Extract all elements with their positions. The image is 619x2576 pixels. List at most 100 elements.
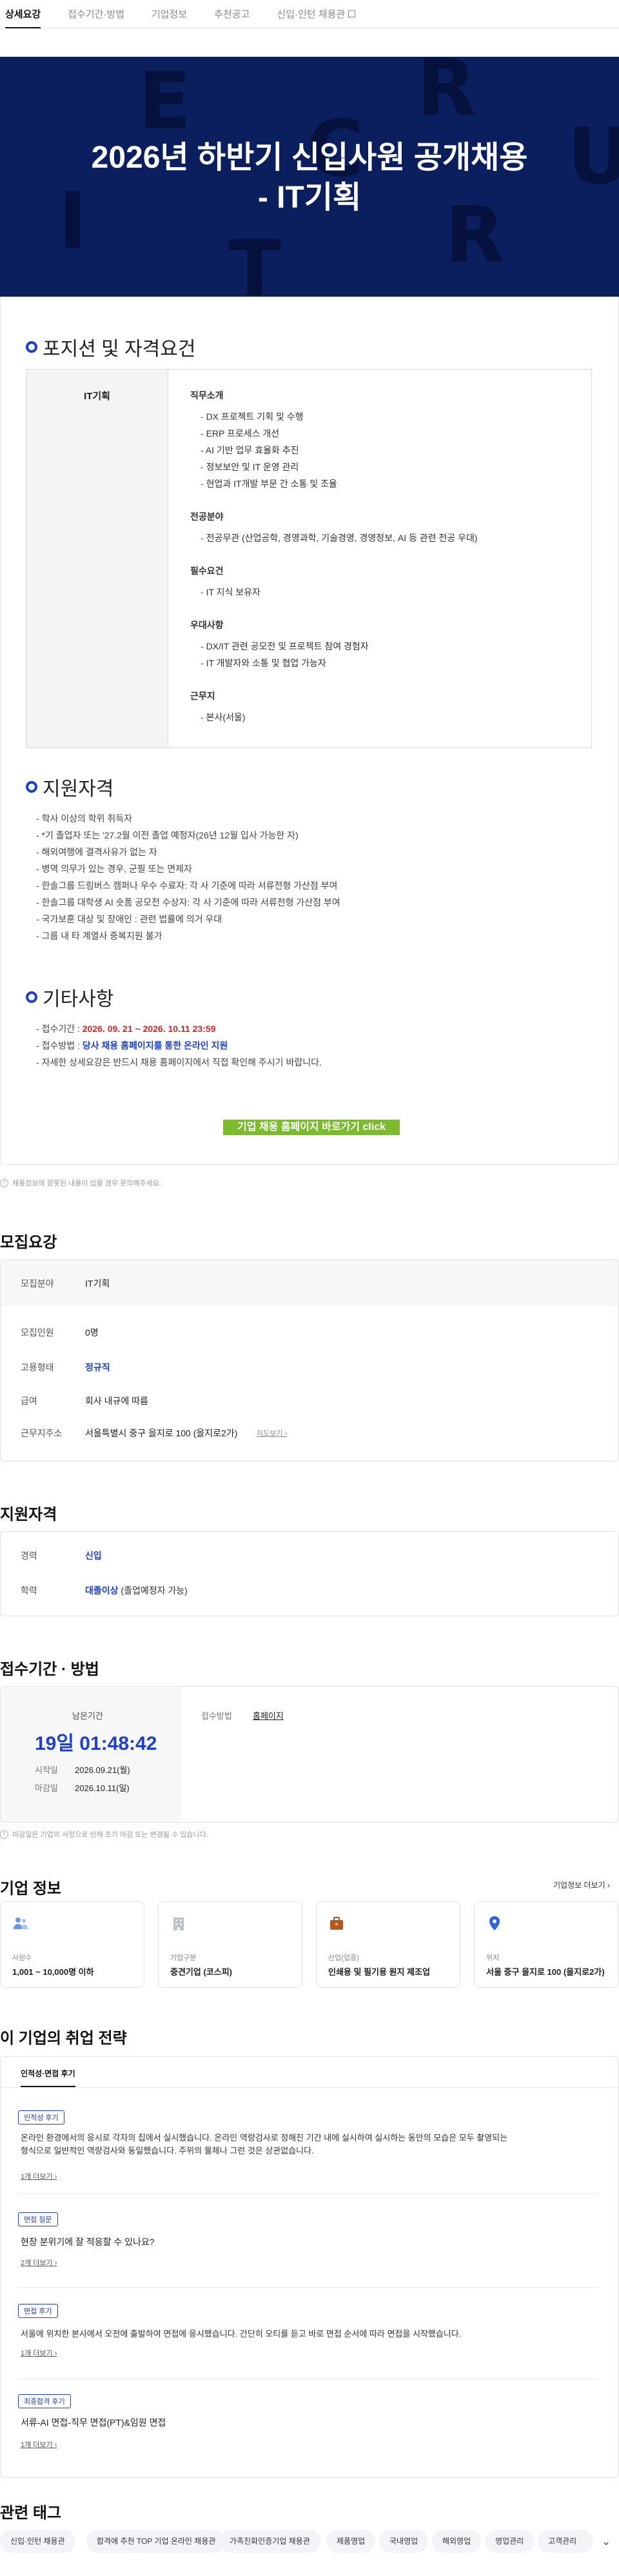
card-value: 인쇄용 및 필기용 원지 제조업 (328, 1967, 430, 1977)
list-item: 그룹 내 타 계열사 중복지원 불가 (36, 927, 340, 944)
info-icon: ! (0, 1178, 8, 1187)
group-title: 근무지 (190, 691, 215, 701)
tag-chip[interactable]: 신입·인턴 채용관 (0, 2530, 75, 2553)
recruit-field-label: 모집분야 (21, 1278, 54, 1289)
banner-bg-letter: R (417, 57, 477, 134)
qualification-heading: 지원자격 (26, 773, 113, 801)
review-badge: 인적성 후기 (18, 2110, 64, 2125)
tag-chip[interactable]: 가족친화인증기업 채용관 (219, 2530, 320, 2553)
review-text: 현장 분위기에 잘 적응할 수 있나요? (21, 2237, 155, 2247)
career-label: 경력 (21, 1551, 37, 1561)
company-more-link[interactable]: 기업정보 더보기 › (553, 1879, 610, 1890)
edu-value: 대졸이상 (졸업예정자 가능) (85, 1584, 188, 1597)
banner-title-line1: 2026년 하반기 신입사원 공개채용 (91, 141, 528, 175)
report-note[interactable]: ! 채용정보에 잘못된 내용이 있을 경우 문의해주세요. (0, 1178, 161, 1188)
remain-label: 남은기간 (72, 1711, 103, 1721)
end-label: 마감일 (35, 1783, 58, 1793)
tab-period[interactable]: 접수기간·방법 (68, 0, 124, 28)
tag-chip[interactable]: 국내영업 (379, 2530, 429, 2553)
group-intro: 직무소개 DX 프로젝트 기획 및 수행 ERP 프로세스 개선 AI 기반 업… (190, 389, 591, 492)
chevron-down-icon[interactable]: ⌄ (597, 2532, 615, 2550)
apply-method-label: 접수방법 (201, 1711, 232, 1721)
period-heading: 접수기간 · 방법 (0, 1661, 99, 1678)
edu-label: 학력 (21, 1585, 37, 1596)
others-heading: 기타사항 (26, 983, 113, 1011)
recruit-count-label: 모집인원 (21, 1327, 54, 1338)
card-value: 중견기업 (코스피) (170, 1967, 232, 1977)
review-text: 형식으로 일반적인 역량검사와 동일했습니다. 주위의 물체나 그런 것은 상관… (21, 2146, 314, 2155)
divider (18, 2193, 598, 2194)
info-icon: ! (0, 1830, 8, 1839)
tag-chip[interactable]: 영업관리 (485, 2530, 535, 2553)
tag-chip[interactable]: 제품영업 (326, 2530, 376, 2553)
review-more-link[interactable]: 1개 더보기 › (21, 2171, 57, 2181)
start-value: 2026.09.21(월) (75, 1765, 130, 1775)
company-heading: 기업 정보 (0, 1880, 61, 1897)
review-badge: 최종합격 후기 (18, 2394, 71, 2408)
qualification-list: 학사 이상의 학위 취득자 *기 졸업자 또는 '27.2월 이전 졸업 예정자… (36, 810, 340, 944)
method-label: 접수방법 : (41, 1040, 80, 1051)
divider (18, 2287, 598, 2288)
deadline-note: ! 마감일은 기업의 사정으로 인해 조기 마감 또는 변경될 수 있습니다. (0, 1829, 208, 1839)
recruit-address-value: 서울특별시 중구 을지로 100 (을지로2가) (85, 1428, 238, 1438)
recruit-field-value: IT기획 (85, 1278, 110, 1289)
company-homepage-button[interactable]: 기업 채용 홈페이지 바로가기 click (223, 1120, 400, 1135)
group-item: 본사(서울) (190, 709, 591, 726)
tag-chip[interactable]: 고객관리 (538, 2530, 593, 2553)
recruit-heading: 모집요강 (0, 1234, 57, 1251)
tab-bar: 상세요강 접수기간·방법 기업정보 추천공고 신입·인턴 채용관 (0, 0, 619, 28)
list-item: 병역 의무가 있는 경우, 군필 또는 면제자 (36, 860, 340, 877)
company-card-employees: 사원수 1,001 ~ 10,000명 이하 (0, 1901, 144, 1988)
review-more-link[interactable]: 1개 더보기 › (21, 2348, 57, 2358)
tab-recommend[interactable]: 추천공고 (214, 0, 250, 28)
others-method: 접수방법 : 당사 채용 홈페이지를 통한 온라인 지원 (36, 1037, 322, 1054)
tab-intern-hall[interactable]: 신입·인턴 채용관 (277, 0, 356, 28)
company-more-text: 기업정보 더보기 (553, 1881, 605, 1890)
group-item: IT 개발자와 소통 및 협업 가능자 (190, 655, 591, 671)
group-required: 필수요건 IT 지식 보유자 (190, 564, 591, 600)
others-heading-text: 기타사항 (43, 989, 114, 1010)
group-title: 우대사항 (190, 620, 224, 630)
more-text: 1개 더보기 (21, 2173, 53, 2181)
recruit-type-value: 정규직 (85, 1362, 110, 1372)
deadline-note-text: 마감일은 기업의 사정으로 인해 조기 마감 또는 변경될 수 있습니다. (12, 1831, 208, 1839)
group-item: 현업과 IT개발 부문 간 소통 및 조율 (190, 475, 591, 492)
others-period: 접수기간 : 2026. 09. 21 ~ 2026. 10.11 23:59 (36, 1020, 322, 1037)
recruit-salary-label: 급여 (21, 1396, 37, 1406)
strategy-heading: 이 기업의 취업 전략 (0, 2030, 127, 2047)
list-item: 국가보훈 대상 및 장애인 : 관련 법률에 의거 우대 (36, 911, 340, 927)
people-icon (14, 1917, 28, 1929)
tab-detail[interactable]: 상세요강 (5, 0, 41, 28)
tab-interview-review[interactable]: 인적성·면접 후기 (21, 2068, 75, 2087)
positions-heading-text: 포지션 및 자격요건 (43, 339, 196, 360)
list-item: 해외여행에 결격사유가 없는 자 (36, 844, 340, 860)
tag-chip[interactable]: 합격에 추천 TOP 기업 온라인 채용관 (86, 2530, 226, 2553)
tab-company[interactable]: 기업정보 (152, 0, 187, 28)
map-link[interactable]: 지도보기 › (257, 1428, 287, 1438)
card-value: 1,001 ~ 10,000명 이하 (12, 1967, 94, 1977)
review-text: 서울에 위치한 본사에서 오전에 출발하여 면접에 응시했습니다. 간단히 오티… (21, 2329, 462, 2339)
bullet-icon (26, 341, 37, 353)
divider (1, 2087, 618, 2088)
banner-bg-letter: T (228, 224, 281, 297)
review-more-link[interactable]: 1개 더보기 › (21, 2439, 57, 2450)
apply-card (0, 1531, 619, 1616)
list-item: *기 졸업자 또는 '27.2월 이전 졸업 예정자(26년 12월 입사 가능… (36, 827, 340, 844)
apply-method-link[interactable]: 홈페이지 (253, 1709, 284, 1721)
briefcase-icon (330, 1917, 343, 1930)
group-title: 필수요건 (190, 566, 224, 576)
apply-heading: 지원자격 (0, 1506, 57, 1523)
position-details: 직무소개 DX 프로젝트 기획 및 수행 ERP 프로세스 개선 AI 기반 업… (168, 370, 591, 748)
start-label: 시작일 (35, 1765, 58, 1775)
job-banner: E R C U I T R 2026년 하반기 신입사원 공개채용 - IT기획 (0, 57, 619, 297)
tag-chip[interactable]: 해외영업 (432, 2530, 482, 2553)
company-card-type: 기업구분 중견기업 (코스피) (158, 1901, 302, 1988)
more-text: 2개 더보기 (21, 2259, 53, 2267)
qualification-heading-text: 지원자격 (43, 778, 114, 800)
review-more-link[interactable]: 2개 더보기 › (21, 2257, 57, 2268)
others-note: 자세한 상세요강은 반드시 채용 홈페이지에서 직접 확인해 주시기 바랍니다. (36, 1054, 322, 1071)
bullet-icon (26, 991, 37, 1003)
review-badge: 면접 질문 (18, 2212, 58, 2226)
period-label: 접수기간 : (41, 1024, 80, 1034)
company-card-industry: 산업(업종) 인쇄용 및 필기용 원지 제조업 (316, 1901, 460, 1988)
